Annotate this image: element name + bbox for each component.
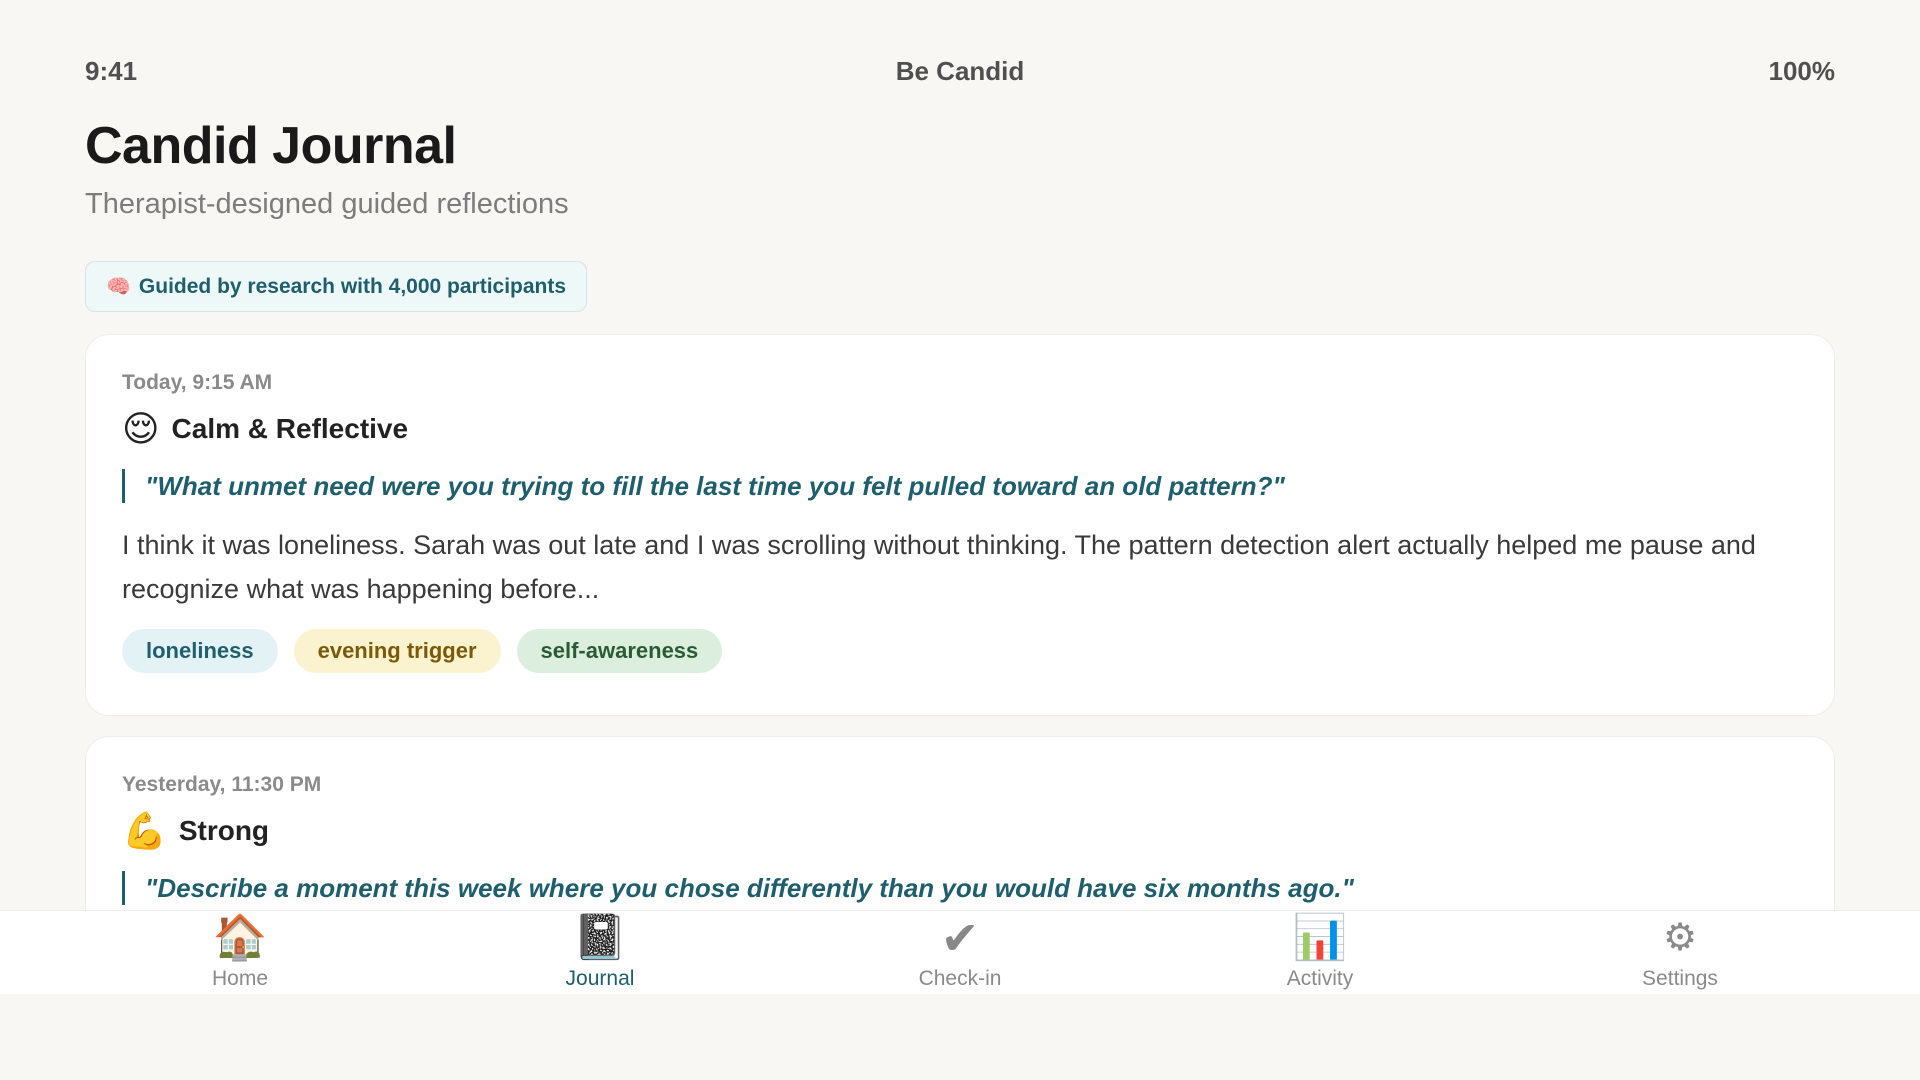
tag-loneliness[interactable]: loneliness	[122, 629, 278, 673]
research-badge-text: Guided by research with 4,000 participan…	[138, 274, 567, 298]
tab-check-in[interactable]: ✔ Check-in	[840, 911, 1080, 991]
journal-feed[interactable]: Today, 9:15 AM 😌 Calm & Reflective "What…	[85, 334, 1835, 910]
research-badge: 🧠 Guided by research with 4,000 particip…	[85, 261, 588, 312]
entry-timestamp: Today, 9:15 AM	[122, 371, 273, 394]
tag-self-awareness[interactable]: self-awareness	[516, 629, 723, 673]
tab-bar: 🏠 Home 📓 Journal ✔ Check-in 📊 Activity ⚙…	[0, 910, 1920, 994]
journal-icon: 📓	[572, 913, 628, 962]
page-subtitle: Therapist-designed guided reflections	[85, 188, 569, 220]
tab-home[interactable]: 🏠 Home	[120, 911, 360, 991]
entry-mood-label: Strong	[178, 815, 270, 846]
entry-timestamp: Yesterday, 11:30 PM	[122, 773, 322, 796]
status-bar: 9:41 Be Candid 100%	[85, 56, 1835, 87]
battery-level: 100%	[1768, 56, 1836, 86]
entry-prompt: "What unmet need were you trying to fill…	[122, 469, 1798, 503]
entry-mood: 💪 Strong	[122, 813, 1798, 849]
tab-label: Settings	[1642, 967, 1718, 990]
bar-chart-icon: 📊	[1292, 913, 1348, 962]
entry-mood: 😌 Calm & Reflective	[122, 411, 1798, 447]
tab-journal[interactable]: 📓 Journal	[480, 911, 720, 991]
status-time: 9:41	[85, 56, 138, 86]
journal-entry-card[interactable]: Yesterday, 11:30 PM 💪 Strong "Describe a…	[85, 736, 1835, 910]
journal-screen: 9:41 Be Candid 100% Candid Journal Thera…	[0, 0, 1920, 1080]
tab-settings[interactable]: ⚙ Settings	[1560, 911, 1800, 991]
tag-evening-trigger[interactable]: evening trigger	[293, 629, 501, 673]
brain-icon: 🧠	[106, 276, 131, 298]
entry-mood-label: Calm & Reflective	[171, 413, 409, 444]
tab-activity[interactable]: 📊 Activity	[1200, 911, 1440, 991]
entry-tags: loneliness evening trigger self-awarenes…	[122, 629, 1798, 673]
entry-prompt: "Describe a moment this week where you c…	[122, 871, 1798, 905]
flexed-biceps-icon: 💪	[122, 810, 167, 851]
journal-entry-card[interactable]: Today, 9:15 AM 😌 Calm & Reflective "What…	[85, 334, 1835, 716]
relieved-face-icon: 😌	[122, 408, 160, 449]
tab-label: Activity	[1286, 967, 1354, 990]
tab-label: Journal	[565, 967, 635, 990]
checkmark-icon: ✔	[940, 912, 980, 964]
entry-body: I think it was loneliness. Sarah was out…	[122, 530, 1756, 604]
tab-label: Check-in	[918, 967, 1002, 990]
tab-label: Home	[211, 967, 269, 990]
gear-icon: ⚙	[1662, 917, 1698, 959]
app-name: Be Candid	[895, 56, 1025, 86]
page-title: Candid Journal	[85, 117, 457, 175]
home-icon: 🏠	[212, 913, 268, 962]
